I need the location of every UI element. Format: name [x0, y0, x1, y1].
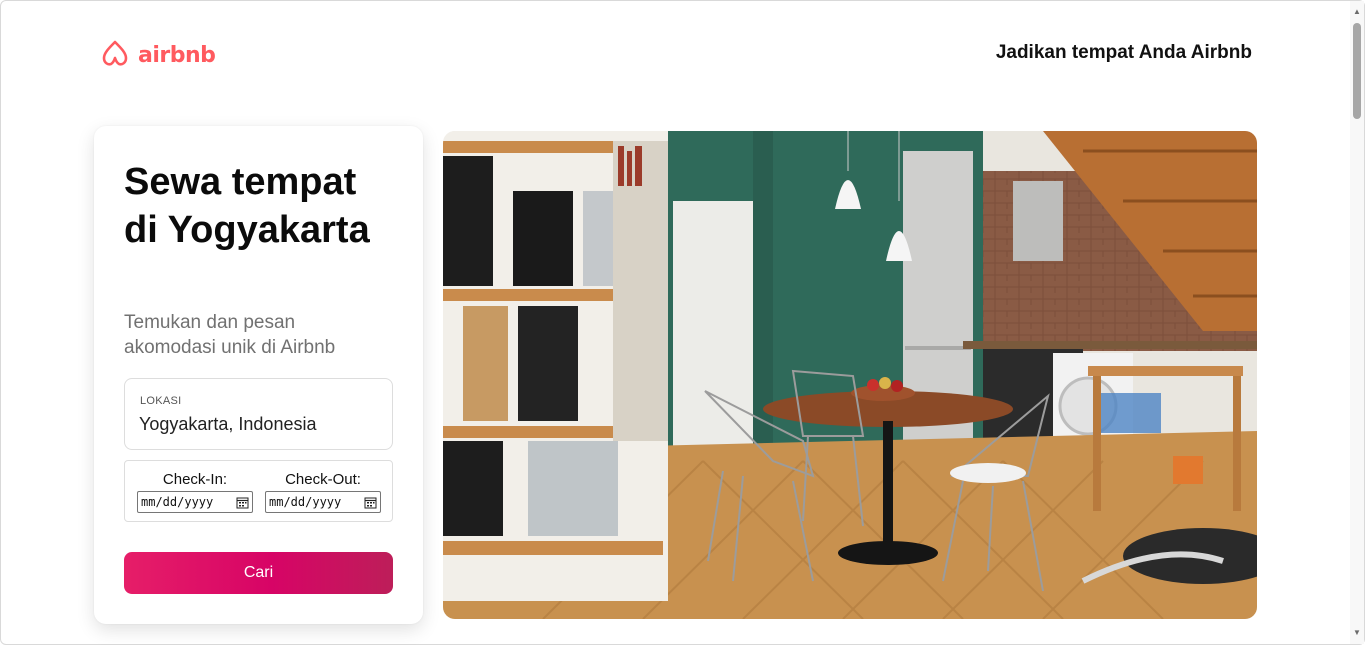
- check-out-group: Check-Out: mm/dd/yyyy: [265, 471, 381, 513]
- location-input[interactable]: [139, 411, 379, 437]
- check-in-group: Check-In: mm/dd/yyyy: [137, 471, 253, 513]
- check-in-placeholder: mm/dd/yyyy: [141, 495, 214, 509]
- scroll-thumb[interactable]: [1353, 23, 1361, 119]
- dates-field: Check-In: mm/dd/yyyy Check-Out: mm/dd/yy…: [124, 460, 393, 522]
- search-card: Sewa tempat di Yogyakarta Temukan dan pe…: [94, 126, 423, 624]
- page-scrollbar[interactable]: ▲ ▼: [1350, 1, 1364, 644]
- airbnb-logo[interactable]: airbnb: [98, 34, 216, 77]
- logo-text: airbnb: [138, 42, 216, 68]
- page-subtitle: Temukan dan pesan akomodasi unik di Airb…: [124, 312, 336, 358]
- check-out-input[interactable]: mm/dd/yyyy: [265, 491, 381, 513]
- airbnb-logo-icon: [98, 34, 132, 77]
- search-button[interactable]: Cari: [124, 552, 393, 594]
- location-field[interactable]: LOKASI: [124, 378, 393, 450]
- page-title: Sewa tempat di Yogyakarta: [124, 161, 370, 251]
- become-host-link[interactable]: Jadikan tempat Anda Airbnb: [996, 42, 1252, 64]
- calendar-icon[interactable]: [236, 496, 249, 509]
- calendar-icon[interactable]: [364, 496, 377, 509]
- check-in-input[interactable]: mm/dd/yyyy: [137, 491, 253, 513]
- chevron-down-icon[interactable]: ▼: [1352, 628, 1362, 638]
- chevron-up-icon[interactable]: ▲: [1352, 7, 1362, 17]
- location-label: LOKASI: [140, 395, 182, 407]
- check-out-label: Check-Out:: [285, 471, 361, 488]
- check-out-placeholder: mm/dd/yyyy: [269, 495, 342, 509]
- hero-image: [443, 131, 1257, 619]
- check-in-label: Check-In:: [162, 471, 228, 488]
